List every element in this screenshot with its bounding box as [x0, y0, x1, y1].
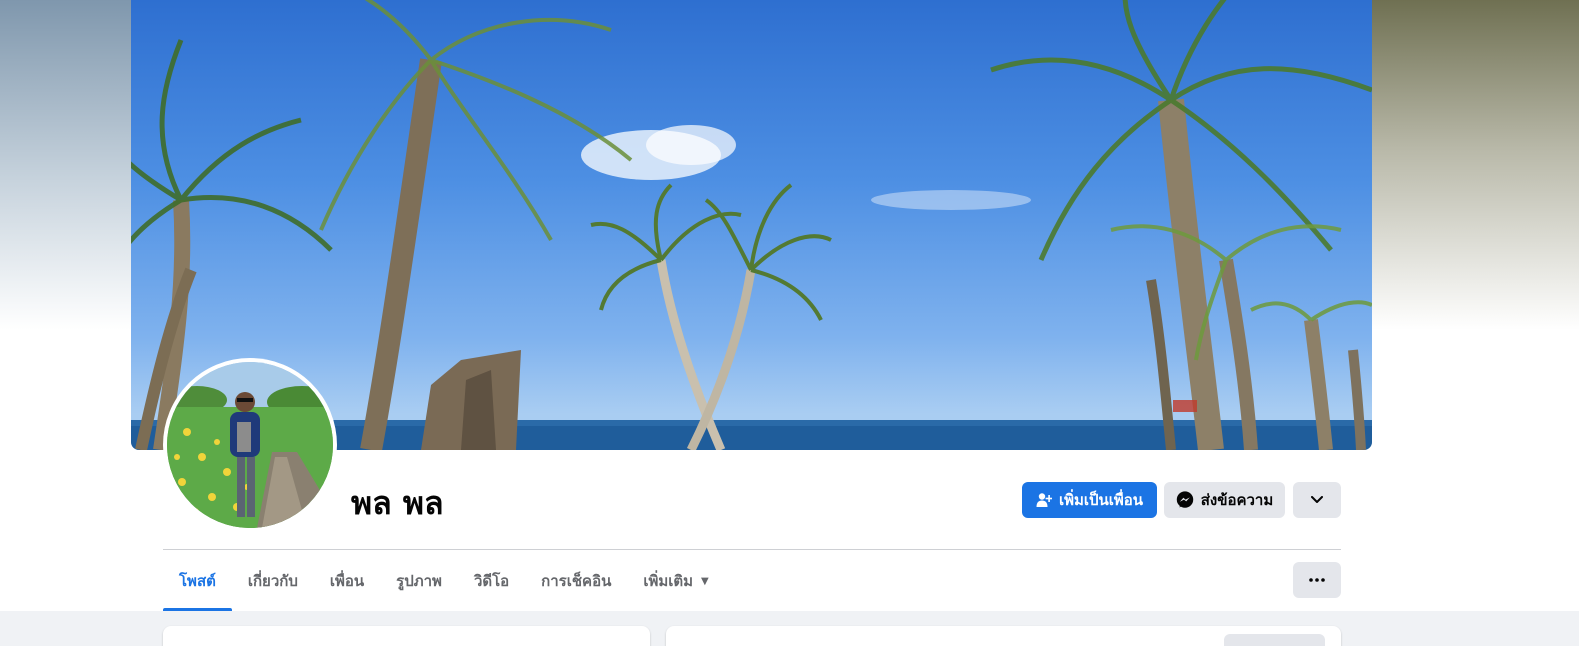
tab-label: เพิ่มเติม — [643, 572, 694, 590]
cover-photo[interactable] — [131, 0, 1372, 450]
intro-card — [163, 626, 650, 646]
tab-posts[interactable]: โพสต์ — [163, 551, 232, 611]
tab-friends[interactable]: เพื่อน — [314, 551, 380, 611]
tab-label: วิดีโอ — [473, 572, 510, 590]
page-background-right — [1372, 0, 1579, 330]
tab-label: การเช็คอิน — [541, 572, 612, 590]
messenger-icon — [1176, 491, 1194, 509]
profile-tabs: โพสต์ เกี่ยวกับ เพื่อน รูปภาพ วิดีโอ การ… — [163, 551, 725, 611]
tab-label: เกี่ยวกับ — [247, 572, 298, 590]
message-button[interactable]: ส่งข้อความ — [1164, 482, 1285, 518]
profile-divider — [163, 549, 1341, 550]
tab-checkins[interactable]: การเช็คอิน — [525, 551, 627, 611]
chevron-down-icon — [1311, 496, 1323, 504]
tab-more[interactable]: เพิ่มเติม ▼ — [627, 551, 724, 611]
profile-avatar[interactable] — [167, 362, 333, 528]
profile-dropdown-button[interactable] — [1293, 482, 1341, 518]
tab-photos[interactable]: รูปภาพ — [380, 551, 458, 611]
more-options-button[interactable] — [1293, 562, 1341, 598]
posts-filter-button[interactable] — [1224, 634, 1325, 646]
message-label: ส่งข้อความ — [1200, 491, 1274, 509]
cover-photo-art — [131, 0, 1372, 450]
person-add-icon — [1036, 492, 1052, 508]
tab-about[interactable]: เกี่ยวกับ — [232, 551, 314, 611]
page-background-left — [0, 0, 131, 330]
tab-label: โพสต์ — [179, 572, 216, 590]
ellipsis-icon — [1309, 578, 1325, 582]
caret-down-icon: ▼ — [701, 575, 709, 587]
add-friend-button[interactable]: เพิ่มเป็นเพื่อน — [1022, 482, 1157, 518]
profile-name: พล พล — [351, 484, 444, 522]
tab-videos[interactable]: วิดีโอ — [458, 551, 525, 611]
avatar-photo-art — [167, 362, 333, 528]
tab-label: รูปภาพ — [396, 572, 442, 590]
tab-label: เพื่อน — [329, 572, 365, 590]
add-friend-label: เพิ่มเป็นเพื่อน — [1058, 491, 1144, 509]
